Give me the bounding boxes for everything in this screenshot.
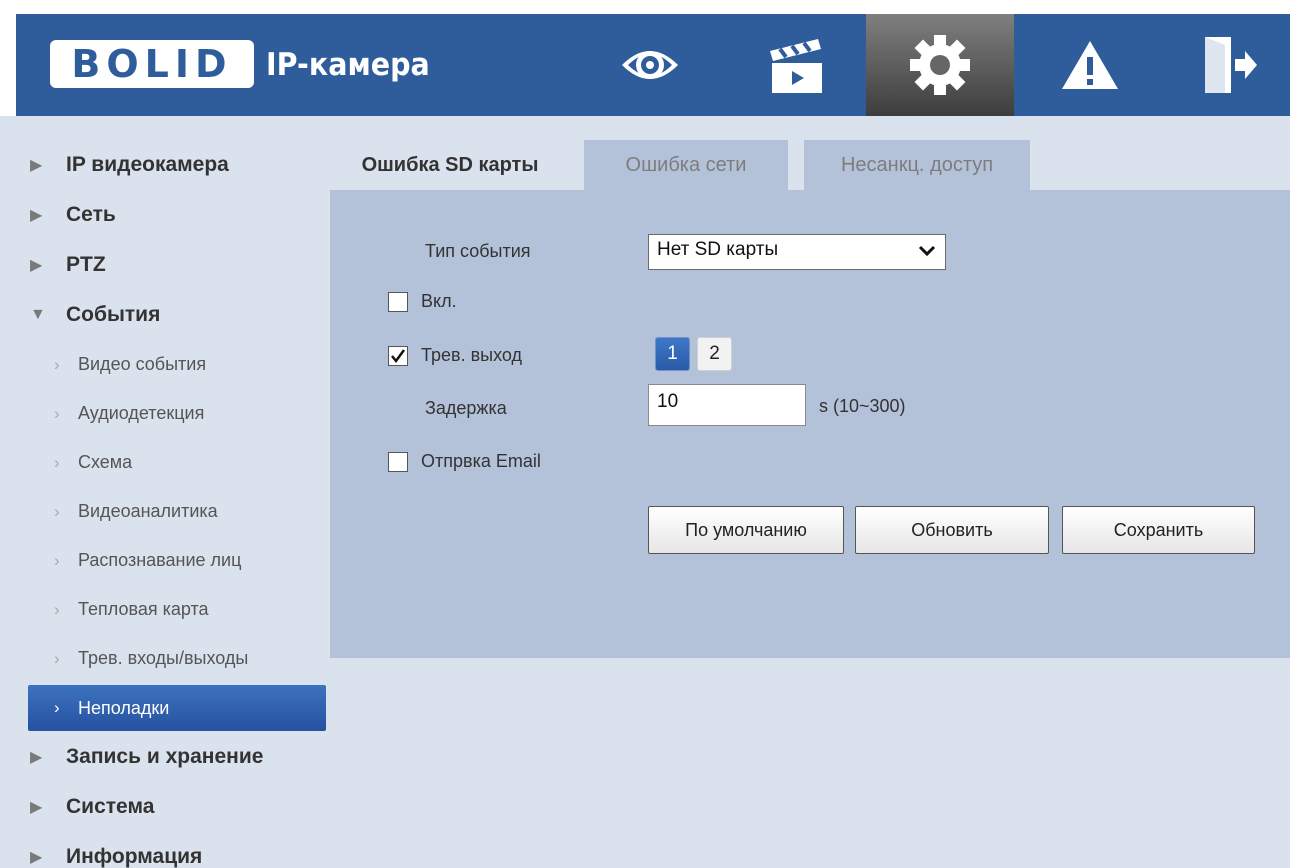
header: BOLID IP-камера xyxy=(16,14,1290,116)
sidebar-subitem-label: Видеоаналитика xyxy=(78,501,218,521)
sidebar-item-label: PTZ xyxy=(66,253,106,276)
eye-icon xyxy=(622,51,678,79)
chevron-right-icon: › xyxy=(54,501,60,521)
alarm-out-checkbox[interactable] xyxy=(388,346,408,366)
chevron-right-icon: › xyxy=(54,698,60,717)
tab-sd-card-error[interactable]: Ошибка SD карты xyxy=(330,140,570,190)
enable-checkbox[interactable] xyxy=(388,292,408,312)
alarm-channel-1[interactable]: 1 xyxy=(655,337,690,371)
triangle-right-icon: ▶ xyxy=(30,749,43,766)
sidebar-subitem-label: Неполадки xyxy=(78,697,170,718)
chevron-right-icon: › xyxy=(54,452,60,472)
sidebar-subitem-heat-map[interactable]: › Тепловая карта xyxy=(28,585,328,634)
sidebar-item-information[interactable]: ▶ Информация xyxy=(28,832,328,868)
sidebar-subitem-abnormality[interactable]: › Неполадки xyxy=(28,685,326,731)
sidebar-item-label: Информация xyxy=(66,845,203,868)
clapperboard-icon xyxy=(770,39,822,93)
sidebar-subitem-label: Схема xyxy=(78,452,133,472)
sidebar-item-network[interactable]: ▶ Сеть xyxy=(28,190,328,240)
playback-button[interactable] xyxy=(722,14,870,116)
chevron-right-icon: › xyxy=(54,354,60,374)
delay-range-hint: s (10~300) xyxy=(819,396,906,416)
email-label: Отпрвка Email xyxy=(421,451,541,471)
sidebar-item-label: Запись и хранение xyxy=(66,745,264,768)
save-button[interactable]: Сохранить xyxy=(1062,506,1255,554)
warning-icon xyxy=(1062,41,1118,89)
event-type-value: Нет SD карты xyxy=(657,239,779,260)
sidebar-item-events[interactable]: ▼ События xyxy=(28,290,328,340)
tab-network-error[interactable]: Ошибка сети xyxy=(584,140,788,190)
sidebar-subitem-label: Распознавание лиц xyxy=(78,550,242,570)
triangle-right-icon: ▶ xyxy=(30,157,43,174)
alarm-out-label: Трев. выход xyxy=(421,345,522,365)
sidebar-subitem-scheme[interactable]: › Схема xyxy=(28,438,328,487)
sidebar-subitem-video-analytics[interactable]: › Видеоаналитика xyxy=(28,487,328,536)
app-title: IP-камера xyxy=(266,47,430,83)
sidebar-item-label: Сеть xyxy=(66,203,116,226)
sidebar-subitem-label: Тепловая карта xyxy=(78,599,209,619)
event-type-label: Тип события xyxy=(425,241,531,261)
sidebar-subitem-face-recognition[interactable]: › Распознавание лиц xyxy=(28,536,328,585)
sidebar-item-label: IP видеокамера xyxy=(66,153,229,176)
sidebar-item-label: Система xyxy=(66,795,155,818)
triangle-right-icon: ▶ xyxy=(30,257,43,274)
refresh-button[interactable]: Обновить xyxy=(855,506,1049,554)
alarm-button[interactable] xyxy=(1016,14,1164,116)
bolid-logo: BOLID xyxy=(50,40,254,88)
sidebar-item-label: События xyxy=(66,303,161,326)
sidebar-item-ip-camera[interactable]: ▶ IP видеокамера xyxy=(28,140,328,190)
chevron-right-icon: › xyxy=(54,550,60,570)
triangle-right-icon: ▶ xyxy=(30,799,43,816)
chevron-right-icon: › xyxy=(54,599,60,619)
exit-icon xyxy=(1205,37,1257,93)
setup-button[interactable] xyxy=(866,14,1014,116)
live-view-button[interactable] xyxy=(576,14,724,116)
chevron-right-icon: › xyxy=(54,403,60,423)
logout-button[interactable] xyxy=(1164,14,1290,116)
sidebar-item-system[interactable]: ▶ Система xyxy=(28,782,328,832)
sidebar-subitem-video-events[interactable]: › Видео события xyxy=(28,340,328,389)
triangle-right-icon: ▶ xyxy=(30,849,43,866)
alarm-channel-2[interactable]: 2 xyxy=(697,337,732,371)
sidebar-subitem-audio-detection[interactable]: › Аудиодетекция xyxy=(28,389,328,438)
triangle-down-icon: ▼ xyxy=(30,306,46,323)
sidebar-item-ptz[interactable]: ▶ PTZ xyxy=(28,240,328,290)
sidebar-subitem-label: Видео события xyxy=(78,354,207,374)
enable-label: Вкл. xyxy=(421,291,457,311)
sidebar: ▶ IP видеокамера ▶ Сеть ▶ PTZ ▼ События … xyxy=(28,140,328,868)
email-checkbox[interactable] xyxy=(388,452,408,472)
chevron-down-icon xyxy=(918,245,936,257)
checkmark-icon xyxy=(391,349,406,364)
default-button[interactable]: По умолчанию xyxy=(648,506,844,554)
delay-label: Задержка xyxy=(425,398,507,418)
sidebar-subitem-label: Аудиодетекция xyxy=(78,403,205,423)
triangle-right-icon: ▶ xyxy=(30,207,43,224)
delay-input[interactable]: 10 xyxy=(648,384,806,426)
sidebar-item-record-storage[interactable]: ▶ Запись и хранение xyxy=(28,732,328,782)
sidebar-subitem-label: Трев. входы/выходы xyxy=(78,648,249,668)
sidebar-subitem-alarm-io[interactable]: › Трев. входы/выходы xyxy=(28,634,328,683)
tab-illegal-access[interactable]: Несанкц. доступ xyxy=(804,140,1030,190)
event-type-select[interactable]: Нет SD карты xyxy=(648,234,946,270)
gear-icon xyxy=(910,35,970,95)
chevron-right-icon: › xyxy=(54,648,60,668)
